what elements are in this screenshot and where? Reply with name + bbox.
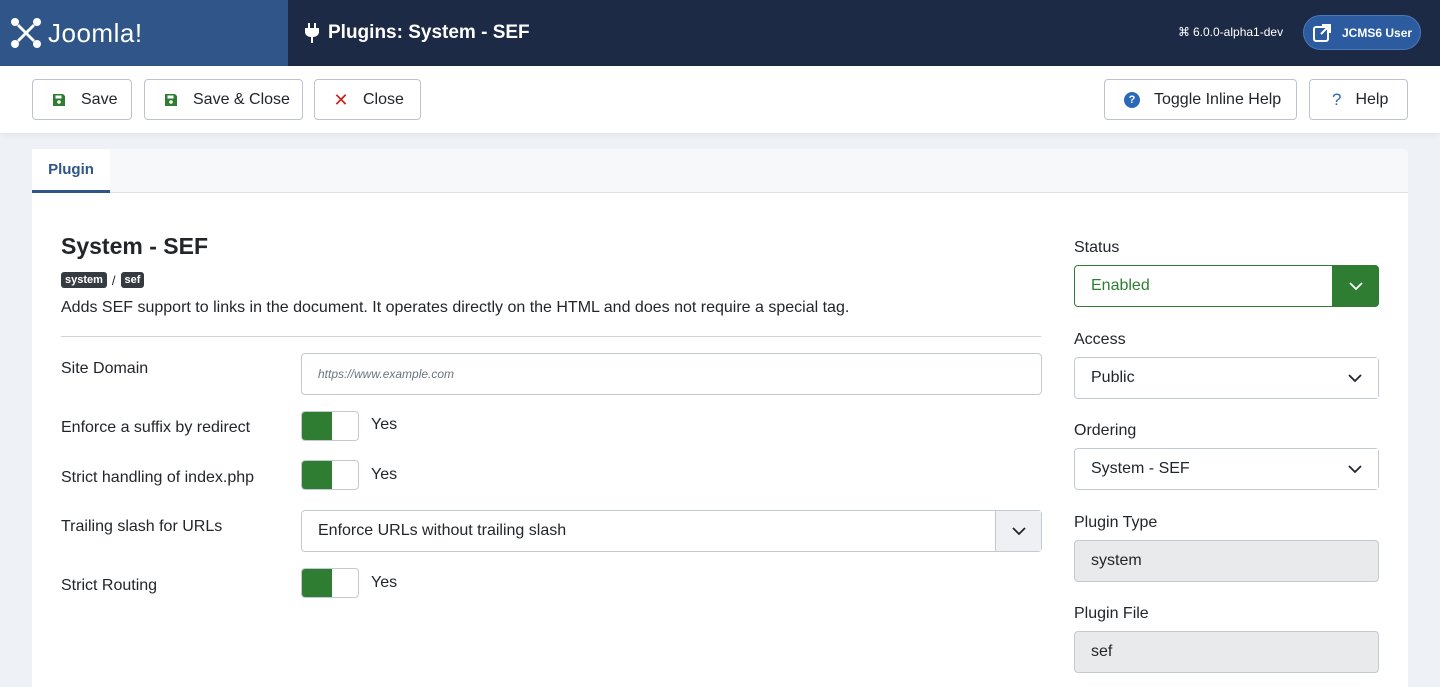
page-title: Plugins: System - SEF [328,22,530,43]
save-button[interactable]: Save [32,79,132,120]
strict-index-switch[interactable] [301,460,359,490]
tab-bar: Plugin [32,149,1408,193]
plugin-type-label: Plugin Type [1074,514,1158,531]
enforce-suffix-switch[interactable] [301,411,359,441]
toggle-inline-help-button[interactable]: ? Toggle Inline Help [1104,79,1297,120]
divider [61,336,1041,337]
save-close-label: Save & Close [193,90,290,108]
version-text: 6.0.0-alpha1-dev [1193,25,1284,39]
chevron-down-icon [1332,449,1378,489]
plug-icon [305,23,319,43]
switch-knob [302,412,332,440]
strict-routing-value: Yes [371,574,398,591]
close-button[interactable]: ✕ Close [314,79,421,120]
tab-plugin[interactable]: Plugin [32,149,110,193]
site-domain-input[interactable] [301,353,1042,395]
status-value: Enabled [1091,277,1150,294]
ordering-value: System - SEF [1091,460,1190,477]
chevron-down-icon [1332,358,1378,398]
user-label: JCMS6 User [1342,25,1413,40]
help-label: Help [1355,90,1389,108]
plugin-name: System - SEF [61,233,208,259]
strict-routing-label: Strict Routing [61,577,158,594]
external-link-icon [1313,23,1331,42]
element-tag: sef [120,272,145,288]
trailing-slash-value: Enforce URLs without trailing slash [318,522,567,539]
access-value: Public [1091,369,1135,386]
chevron-down-icon [1332,266,1378,306]
status-select[interactable]: Enabled [1074,265,1379,307]
header: Joomla! Plugins: System - SEF ⌘ 6.0.0-al… [0,0,1440,66]
user-menu-button[interactable]: JCMS6 User [1303,15,1421,50]
strict-index-value: Yes [371,466,398,483]
site-domain-label: Site Domain [61,360,149,377]
ordering-label: Ordering [1074,422,1137,439]
plugin-description: Adds SEF support to links in the documen… [61,299,850,316]
switch-knob [302,569,332,597]
save-label: Save [81,90,118,108]
access-label: Access [1074,331,1126,348]
trailing-slash-select[interactable]: Enforce URLs without trailing slash [301,510,1042,552]
joomla-small-icon: ⌘ [1178,25,1190,39]
plugin-type-field: system [1074,540,1379,582]
enforce-suffix-value: Yes [371,416,398,433]
help-button[interactable]: ? Help [1309,79,1408,120]
strict-index-label: Strict handling of index.php [61,469,255,486]
close-icon: ✕ [333,89,349,110]
version-info: ⌘ 6.0.0-alpha1-dev [1178,25,1283,39]
status-label: Status [1074,239,1120,256]
save-icon [51,92,67,108]
joomla-logo-icon [11,18,41,48]
info-icon: ? [1124,91,1140,108]
access-select[interactable]: Public [1074,357,1379,399]
toggle-help-label: Toggle Inline Help [1154,90,1282,108]
tag-separator: / [111,272,116,288]
chevron-down-icon [995,511,1041,551]
enforce-suffix-label: Enforce a suffix by redirect [61,419,251,436]
switch-knob [302,461,332,489]
plugin-form-card: Plugin System - SEF system / sef Adds SE… [32,149,1408,687]
toolbar: Save Save & Close ✕ Close ? Toggle Inlin… [0,66,1440,133]
folder-tag: system [61,272,107,288]
close-label: Close [363,90,404,108]
logo[interactable]: Joomla! [0,0,288,66]
page-title-wrap: Plugins: System - SEF [304,0,530,66]
plugin-tags: system / sef [61,272,145,288]
save-icon [163,92,179,108]
save-close-button[interactable]: Save & Close [144,79,303,120]
plugin-file-label: Plugin File [1074,605,1149,622]
plugin-file-field: sef [1074,631,1379,673]
question-icon: ? [1332,89,1342,109]
ordering-select[interactable]: System - SEF [1074,448,1379,490]
strict-routing-switch[interactable] [301,568,359,598]
logo-text: Joomla! [48,17,143,48]
trailing-slash-label: Trailing slash for URLs [61,518,223,535]
